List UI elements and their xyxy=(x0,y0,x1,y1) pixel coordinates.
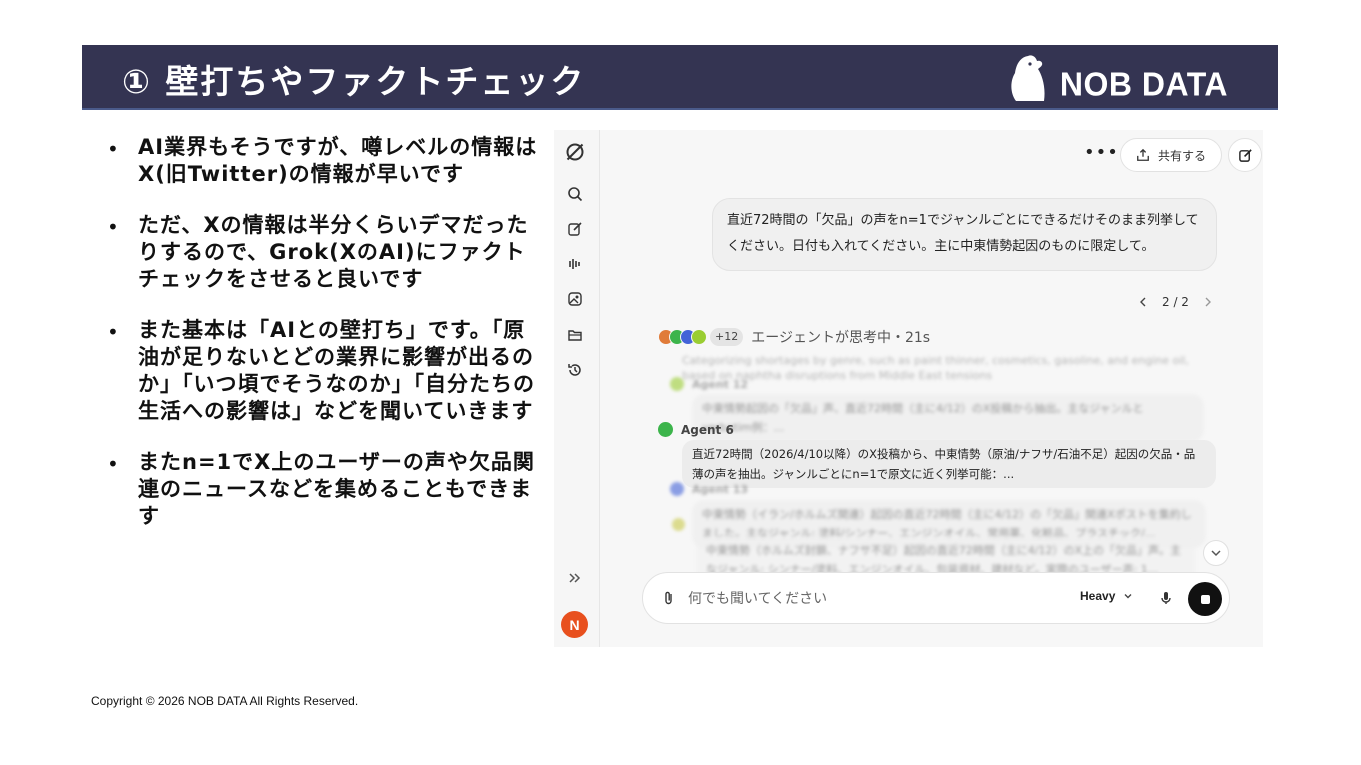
scroll-down-button[interactable] xyxy=(1203,540,1229,566)
chevron-down-icon xyxy=(1211,550,1221,557)
bullet-marker: • xyxy=(107,320,119,344)
chevron-right-icon[interactable] xyxy=(1203,297,1213,307)
share-label: 共有する xyxy=(1157,148,1206,163)
agent-card: 直近72時間（2026/4/10以降）のX投稿から、中東情勢（原油/ナフサ/石油… xyxy=(682,440,1216,488)
more-options-icon[interactable]: ••• xyxy=(1084,144,1119,162)
bullet-marker: • xyxy=(107,452,119,476)
pager-label: 2 / 2 xyxy=(1162,295,1189,309)
bullet-text: またn=1でX上のユーザーの声や欠品関連のニュースなどを集めることもできます xyxy=(138,450,535,528)
slide-header: ① 壁打ちやファクトチェック NOB DATA xyxy=(82,45,1278,110)
agent-avatar xyxy=(670,377,684,391)
chevron-left-icon[interactable] xyxy=(1138,297,1148,307)
stop-button[interactable] xyxy=(1188,582,1222,616)
thinking-step: Categorizing shortages by genre, such as… xyxy=(682,354,1189,382)
agent-name: Agent 6 xyxy=(681,422,734,437)
agent-label: Agent 6 xyxy=(658,422,734,437)
bullet-marker: • xyxy=(107,137,119,161)
agent-avatar xyxy=(658,422,673,437)
agent-count-badge: +12 xyxy=(710,328,744,346)
model-selector[interactable]: Heavy xyxy=(1080,589,1133,603)
grok-logo-icon[interactable] xyxy=(564,141,586,163)
chat-composer: Heavy xyxy=(642,572,1230,624)
bullet-item: • またn=1でX上のユーザーの声や欠品関連のニュースなどを集めることもできます xyxy=(105,449,545,530)
bullet-item: • AI業界もそうですが、噂レベルの情報はX(旧Twitter)の情報が早いです xyxy=(105,134,545,188)
thinking-status: エージェントが思考中・21s xyxy=(751,330,931,346)
microphone-icon[interactable] xyxy=(1156,588,1176,608)
slide-title: ① 壁打ちやファクトチェック xyxy=(122,62,586,101)
brand-logo: NOB DATA xyxy=(1006,55,1228,101)
agent-name: Agent 12 xyxy=(692,377,749,391)
bullet-text: AI業界もそうですが、噂レベルの情報はX(旧Twitter)の情報が早いです xyxy=(138,135,538,186)
agent-avatar xyxy=(691,329,707,345)
new-chat-button[interactable] xyxy=(1228,138,1262,172)
brand-name: NOB DATA xyxy=(1059,65,1228,103)
voice-wave-icon[interactable] xyxy=(564,253,586,275)
agent-label: Agent 12 xyxy=(670,377,748,391)
stop-icon xyxy=(1200,594,1210,604)
bullet-text: また基本は「AIとの壁打ち」です。「原油が足りないとどの業界に影響が出るのか」「… xyxy=(138,318,535,423)
agent-label: Agent 13 xyxy=(670,482,748,496)
bullet-text: ただ、Xの情報は半分くらいデマだったりするので、Grok(XのAI)にファクトチ… xyxy=(138,213,529,291)
agent-avatar xyxy=(670,482,684,496)
agent-name: Agent 13 xyxy=(692,482,749,496)
copyright-notice: Copyright © 2026 NOB DATA All Rights Res… xyxy=(91,694,359,708)
chevron-down-icon xyxy=(1124,594,1132,599)
share-button[interactable]: 共有する xyxy=(1120,138,1222,172)
image-icon[interactable] xyxy=(564,288,586,310)
mascot-icon xyxy=(1011,55,1045,101)
history-icon[interactable] xyxy=(564,359,586,381)
expand-sidebar-icon[interactable] xyxy=(564,567,586,589)
agent-avatar xyxy=(672,518,685,531)
folder-icon[interactable] xyxy=(564,324,586,346)
search-icon[interactable] xyxy=(564,183,586,205)
grok-screenshot: N ••• 共有する 直近72時間の「欠品」の声をn=1でジャンルごとにできるだ… xyxy=(554,130,1263,647)
user-avatar[interactable]: N xyxy=(561,611,588,638)
chat-input[interactable] xyxy=(688,588,1008,610)
model-label: Heavy xyxy=(1080,589,1116,603)
user-message-bubble: 直近72時間の「欠品」の声をn=1でジャンルごとにできるだけそのまま列挙してくだ… xyxy=(712,198,1217,271)
bullet-item: • また基本は「AIとの壁打ち」です。「原油が足りないとどの業界に影響が出るのか… xyxy=(105,317,545,425)
sidebar-rail: N xyxy=(554,130,600,647)
bullet-marker: • xyxy=(107,215,119,239)
response-pager: 2 / 2 xyxy=(1138,295,1213,309)
share-icon xyxy=(1137,148,1149,161)
bullet-list: • AI業界もそうですが、噂レベルの情報はX(旧Twitter)の情報が早いです… xyxy=(105,134,545,554)
agents-status[interactable]: +12 エージェントが思考中・21s xyxy=(658,327,930,347)
compose-icon xyxy=(1238,148,1252,162)
edit-icon[interactable] xyxy=(564,218,586,240)
bullet-item: • ただ、Xの情報は半分くらいデマだったりするので、Grok(XのAI)にファク… xyxy=(105,212,545,293)
paperclip-icon[interactable] xyxy=(659,588,679,608)
agent-card: 中東情勢起因の「欠品」声、直近72時間（主に4/12）のX投稿から抽出。主なジャ… xyxy=(692,394,1204,442)
